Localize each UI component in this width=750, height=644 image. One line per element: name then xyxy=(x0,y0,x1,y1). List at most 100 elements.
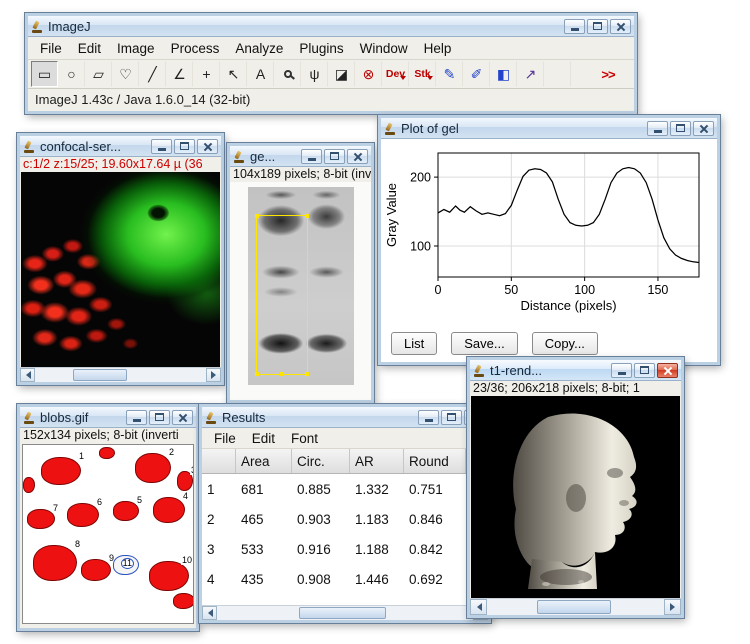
scroll-left-button[interactable] xyxy=(470,599,487,615)
scrollbar-track[interactable] xyxy=(217,606,473,620)
titlebar[interactable]: Plot of gel xyxy=(381,118,717,139)
maximize-button[interactable] xyxy=(149,410,170,425)
freehand-tool[interactable]: ♡ xyxy=(112,61,139,87)
flood-fill-tool[interactable]: ◧ xyxy=(490,61,517,87)
minimize-icon xyxy=(308,158,316,161)
menu-file[interactable]: File xyxy=(32,39,70,58)
list-button[interactable]: List xyxy=(391,332,437,355)
stk-menu-tool[interactable]: Stk xyxy=(409,61,436,87)
table-row[interactable]: 44350.9081.4460.6920 xyxy=(202,564,488,594)
menu-plugins[interactable]: Plugins xyxy=(291,39,351,58)
line-tool-icon: ╱ xyxy=(148,66,156,83)
wand-tool[interactable]: ↖ xyxy=(220,61,247,87)
horizontal-scrollbar[interactable] xyxy=(20,367,221,382)
scrollbar-thumb[interactable] xyxy=(299,607,386,619)
roi-handle[interactable] xyxy=(255,214,259,218)
point-tool[interactable]: + xyxy=(193,61,220,87)
dev-menu-tool[interactable]: Dev xyxy=(382,61,409,87)
menu-process[interactable]: Process xyxy=(163,39,228,58)
minimize-button[interactable] xyxy=(301,149,322,164)
polygon-tool[interactable]: ▱ xyxy=(85,61,112,87)
pencil-tool[interactable]: ✎ xyxy=(436,61,463,87)
table-row[interactable]: 16810.8851.3320.7510 xyxy=(202,474,488,504)
scrollbar-track[interactable] xyxy=(35,368,206,382)
maximize-button[interactable] xyxy=(587,19,608,34)
save-button[interactable]: Save... xyxy=(451,332,517,355)
circle-x-tool[interactable]: ⊗ xyxy=(355,61,382,87)
maximize-button[interactable] xyxy=(670,121,691,136)
roi-handle[interactable] xyxy=(305,214,309,218)
svg-text:Distance (pixels): Distance (pixels) xyxy=(520,298,616,313)
menu-help[interactable]: Help xyxy=(416,39,460,58)
maximize-button[interactable] xyxy=(174,139,195,154)
text-tool-icon: A xyxy=(256,66,265,82)
selection-rectangle[interactable] xyxy=(256,215,308,375)
rectangle-tool[interactable]: ▭ xyxy=(31,61,58,87)
t1-image[interactable] xyxy=(471,396,680,598)
minimize-button[interactable] xyxy=(418,410,439,425)
angle-tool[interactable]: ∠ xyxy=(166,61,193,87)
arrow-tool[interactable]: ↗ xyxy=(517,61,544,87)
table-row[interactable]: 24650.9031.1830.8460 xyxy=(202,504,488,534)
brush-tool[interactable]: ✐ xyxy=(463,61,490,87)
titlebar[interactable]: ge... xyxy=(230,146,371,167)
scroll-left-button[interactable] xyxy=(202,606,217,620)
more-tools[interactable]: >> xyxy=(594,61,621,87)
close-button[interactable] xyxy=(197,139,218,154)
menu-file[interactable]: File xyxy=(206,429,244,448)
minimize-button[interactable] xyxy=(611,363,632,378)
gel-image[interactable] xyxy=(248,187,354,385)
scrollbar-track[interactable] xyxy=(487,599,664,615)
menu-analyze[interactable]: Analyze xyxy=(227,39,291,58)
zoom-tool[interactable] xyxy=(274,61,301,87)
menu-image[interactable]: Image xyxy=(109,39,163,58)
scroll-right-button[interactable] xyxy=(664,599,681,615)
text-tool[interactable]: A xyxy=(247,61,274,87)
titlebar[interactable]: t1-rend... xyxy=(470,360,681,381)
menu-window[interactable]: Window xyxy=(352,39,416,58)
titlebar[interactable]: blobs.gif xyxy=(20,407,196,428)
scrollbar-thumb[interactable] xyxy=(73,369,128,381)
titlebar[interactable]: ImageJ xyxy=(28,16,634,37)
menu-edit[interactable]: Edit xyxy=(244,429,283,448)
imagej-main-window: ImageJ FileEditImageProcessAnalyzePlugin… xyxy=(25,13,637,114)
menu-font[interactable]: Font xyxy=(283,429,326,448)
titlebar[interactable]: confocal-ser... xyxy=(20,136,221,157)
horizontal-scrollbar[interactable] xyxy=(202,605,488,620)
scroll-left-button[interactable] xyxy=(20,368,35,382)
table-cell: 465 xyxy=(236,512,292,527)
minimize-button[interactable] xyxy=(564,19,585,34)
roi-handle[interactable] xyxy=(305,372,309,376)
close-button[interactable] xyxy=(657,363,678,378)
maximize-button[interactable] xyxy=(441,410,462,425)
titlebar[interactable]: Results xyxy=(202,407,488,428)
minimize-button[interactable] xyxy=(126,410,147,425)
line-tool[interactable]: ╱ xyxy=(139,61,166,87)
horizontal-scrollbar[interactable] xyxy=(470,598,681,615)
blobs-image[interactable]: 1234567891110 xyxy=(22,444,194,624)
copy-button[interactable]: Copy... xyxy=(532,332,598,355)
hand-tool[interactable]: ψ xyxy=(301,61,328,87)
roi-handle[interactable] xyxy=(280,372,284,376)
close-button[interactable] xyxy=(693,121,714,136)
table-row[interactable]: 35330.9161.1880.8420 xyxy=(202,534,488,564)
close-button[interactable] xyxy=(347,149,368,164)
table-cell: 0.908 xyxy=(292,572,350,587)
minimize-button[interactable] xyxy=(151,139,172,154)
minimize-button[interactable] xyxy=(647,121,668,136)
status-bar: ImageJ 1.43c / Java 1.6.0_14 (32-bit) xyxy=(28,89,634,110)
plot-buttons: List Save... Copy... xyxy=(381,328,717,355)
menu-edit[interactable]: Edit xyxy=(70,39,109,58)
brush-tool-icon: ✐ xyxy=(471,66,483,83)
scrollbar-thumb[interactable] xyxy=(537,600,611,614)
color-picker-tool[interactable]: ◪ xyxy=(328,61,355,87)
maximize-button[interactable] xyxy=(634,363,655,378)
close-button[interactable] xyxy=(610,19,631,34)
spare-tool[interactable] xyxy=(544,61,571,87)
oval-tool[interactable]: ○ xyxy=(58,61,85,87)
roi-handle[interactable] xyxy=(255,372,259,376)
scroll-right-button[interactable] xyxy=(206,368,221,382)
confocal-image[interactable] xyxy=(21,172,220,367)
maximize-button[interactable] xyxy=(324,149,345,164)
close-button[interactable] xyxy=(172,410,193,425)
